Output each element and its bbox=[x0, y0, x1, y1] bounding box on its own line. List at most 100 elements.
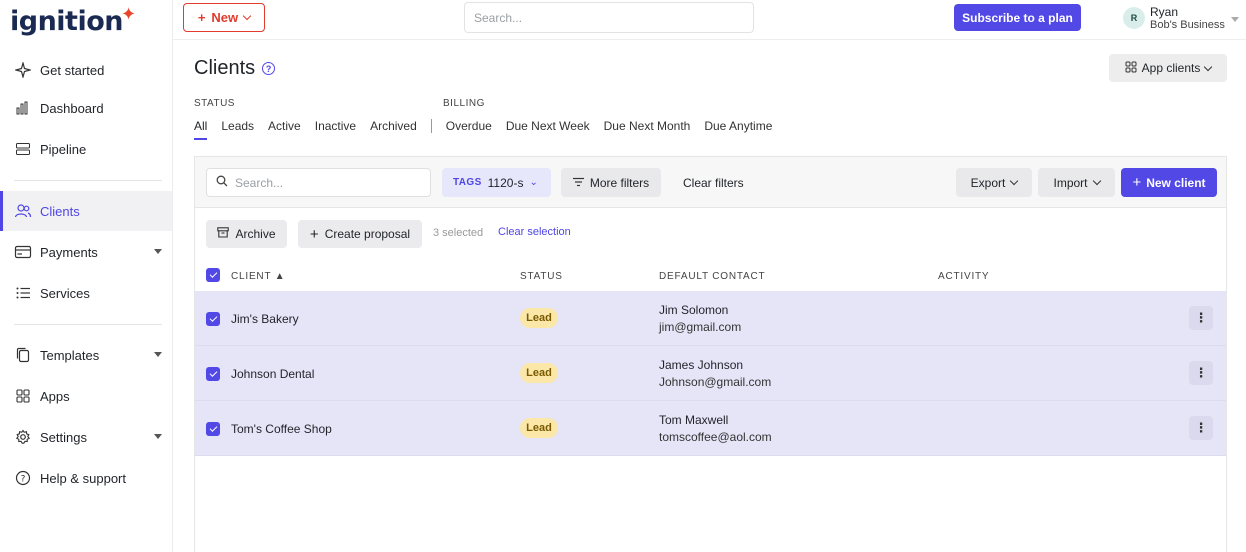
column-header-status: STATUS bbox=[520, 271, 563, 282]
sidebar-item-get-started[interactable]: Get started bbox=[0, 50, 172, 90]
create-proposal-button[interactable]: + Create proposal bbox=[298, 220, 422, 248]
tags-label: TAGS bbox=[453, 177, 482, 188]
sidebar-item-clients[interactable]: Clients bbox=[0, 191, 172, 231]
card-icon bbox=[14, 243, 32, 261]
filter-tab-due-next-month[interactable]: Due Next Month bbox=[604, 119, 691, 133]
plus-icon: + bbox=[309, 225, 319, 243]
contact-email: jim@gmail.com bbox=[659, 320, 742, 334]
avatar: R bbox=[1123, 7, 1145, 29]
filter-tab-leads[interactable]: Leads bbox=[221, 119, 254, 133]
client-name[interactable]: Jim's Bakery bbox=[231, 312, 299, 326]
row-checkbox[interactable] bbox=[206, 422, 220, 436]
filter-tab-all[interactable]: All bbox=[194, 119, 208, 140]
table-row[interactable]: Jim's Bakery Lead Jim Solomon jim@gmail.… bbox=[195, 291, 1226, 346]
sidebar-item-services[interactable]: Services bbox=[0, 273, 172, 313]
page-title: Clients ? bbox=[194, 57, 276, 80]
row-checkbox[interactable] bbox=[206, 367, 220, 381]
client-name[interactable]: Johnson Dental bbox=[231, 367, 314, 381]
sidebar-item-label: Help & support bbox=[40, 470, 126, 486]
clients-toolbar: Search... TAGS 1120-s ⌄ More filters Cle… bbox=[195, 157, 1226, 208]
app-clients-dropdown[interactable]: App clients bbox=[1109, 54, 1227, 82]
row-menu-button[interactable]: ⋮ bbox=[1189, 416, 1213, 440]
contact-name: Jim Solomon bbox=[659, 303, 729, 317]
sidebar-item-label: Clients bbox=[40, 203, 80, 219]
sidebar-item-dashboard[interactable]: Dashboard bbox=[0, 88, 172, 128]
business-name: Bob's Business bbox=[1150, 19, 1225, 31]
filter-tab-archived[interactable]: Archived bbox=[370, 119, 417, 133]
new-button[interactable]: + New bbox=[183, 3, 265, 32]
contact-email: Johnson@gmail.com bbox=[659, 375, 772, 389]
table-row[interactable]: Tom's Coffee Shop Lead Tom Maxwell tomsc… bbox=[195, 401, 1226, 456]
sidebar-item-label: Services bbox=[40, 285, 90, 301]
client-search-input[interactable]: Search... bbox=[206, 168, 431, 197]
status-badge: Lead bbox=[520, 418, 558, 438]
plus-icon: + bbox=[1132, 174, 1142, 191]
sidebar-item-label: Templates bbox=[40, 347, 100, 363]
more-vertical-icon: ⋮ bbox=[1194, 310, 1208, 325]
sidebar-item-settings[interactable]: Settings bbox=[0, 417, 172, 457]
row-checkbox[interactable] bbox=[206, 312, 220, 326]
chevron-down-icon[interactable] bbox=[154, 249, 162, 254]
filter-tab-overdue[interactable]: Overdue bbox=[446, 119, 492, 133]
sidebar-item-help[interactable]: ? Help & support bbox=[0, 458, 172, 498]
select-all-checkbox[interactable] bbox=[206, 268, 220, 282]
column-header-client[interactable]: CLIENT ▲ bbox=[231, 271, 285, 282]
ignition-logo[interactable]: ignition✦ bbox=[10, 4, 138, 37]
sidebar-divider bbox=[14, 180, 162, 181]
more-vertical-icon: ⋮ bbox=[1194, 420, 1208, 435]
more-filters-button[interactable]: More filters bbox=[561, 168, 661, 197]
sidebar-item-label: Get started bbox=[40, 62, 105, 78]
sidebar-item-label: Dashboard bbox=[40, 100, 104, 116]
sidebar-item-label: Pipeline bbox=[40, 141, 87, 157]
chevron-down-icon bbox=[242, 11, 252, 21]
archive-icon bbox=[217, 227, 230, 241]
chevron-down-icon[interactable] bbox=[154, 434, 162, 439]
column-header-activity: ACTIVITY bbox=[938, 271, 990, 282]
clear-filters-button[interactable]: Clear filters bbox=[683, 168, 744, 197]
bar-chart-icon bbox=[14, 99, 32, 117]
archive-button[interactable]: Archive bbox=[206, 220, 287, 248]
list-icon bbox=[14, 284, 32, 302]
filter-tab-active[interactable]: Active bbox=[268, 119, 301, 133]
grid-icon bbox=[1125, 61, 1137, 76]
tags-filter[interactable]: TAGS 1120-s ⌄ bbox=[442, 168, 551, 197]
new-client-button[interactable]: + New client bbox=[1121, 168, 1217, 197]
table-header: CLIENT ▲ STATUS DEFAULT CONTACT ACTIVITY bbox=[195, 260, 1226, 290]
global-search-input[interactable]: Search... bbox=[464, 2, 754, 33]
contact-name: James Johnson bbox=[659, 358, 744, 372]
row-menu-button[interactable]: ⋮ bbox=[1189, 306, 1213, 330]
table-row[interactable]: Johnson Dental Lead James Johnson Johnso… bbox=[195, 346, 1226, 401]
filter-icon bbox=[572, 176, 584, 190]
chevron-down-icon bbox=[1231, 17, 1239, 22]
help-icon[interactable]: ? bbox=[262, 62, 276, 75]
user-menu[interactable]: R Ryan Bob's Business bbox=[1123, 4, 1243, 34]
filter-tab-due-next-week[interactable]: Due Next Week bbox=[506, 119, 590, 133]
svg-text:?: ? bbox=[21, 475, 26, 485]
filter-tab-due-anytime[interactable]: Due Anytime bbox=[704, 119, 772, 133]
sidebar-item-payments[interactable]: Payments bbox=[0, 232, 172, 272]
chevron-down-icon bbox=[1204, 62, 1213, 71]
users-icon bbox=[14, 202, 32, 220]
export-button[interactable]: Export bbox=[956, 168, 1032, 197]
sidebar-item-templates[interactable]: Templates bbox=[0, 335, 172, 375]
sidebar-item-apps[interactable]: Apps bbox=[0, 376, 172, 416]
tags-value: 1120-s bbox=[487, 175, 524, 190]
sort-asc-icon: ▲ bbox=[274, 271, 286, 282]
subscribe-button[interactable]: Subscribe to a plan bbox=[954, 4, 1081, 31]
client-name[interactable]: Tom's Coffee Shop bbox=[231, 422, 332, 436]
filter-tab-inactive[interactable]: Inactive bbox=[315, 119, 356, 133]
sidebar-item-pipeline[interactable]: Pipeline bbox=[0, 129, 172, 169]
sidebar: ignition✦ Get started Dashboard Pipeline… bbox=[0, 0, 173, 552]
user-name: Ryan bbox=[1150, 5, 1179, 19]
status-badge: Lead bbox=[520, 363, 558, 383]
top-bar: + New Search... Subscribe to a plan R Ry… bbox=[173, 0, 1246, 40]
chevron-down-icon bbox=[1010, 176, 1019, 186]
clients-panel: Search... TAGS 1120-s ⌄ More filters Cle… bbox=[194, 156, 1227, 552]
selected-count: 3 selected bbox=[433, 227, 484, 239]
row-menu-button[interactable]: ⋮ bbox=[1189, 361, 1213, 385]
gear-icon bbox=[14, 428, 32, 446]
clear-selection-link[interactable]: Clear selection bbox=[498, 226, 571, 238]
chevron-down-icon[interactable] bbox=[154, 352, 162, 357]
import-button[interactable]: Import bbox=[1038, 168, 1115, 197]
sidebar-divider bbox=[14, 324, 162, 325]
